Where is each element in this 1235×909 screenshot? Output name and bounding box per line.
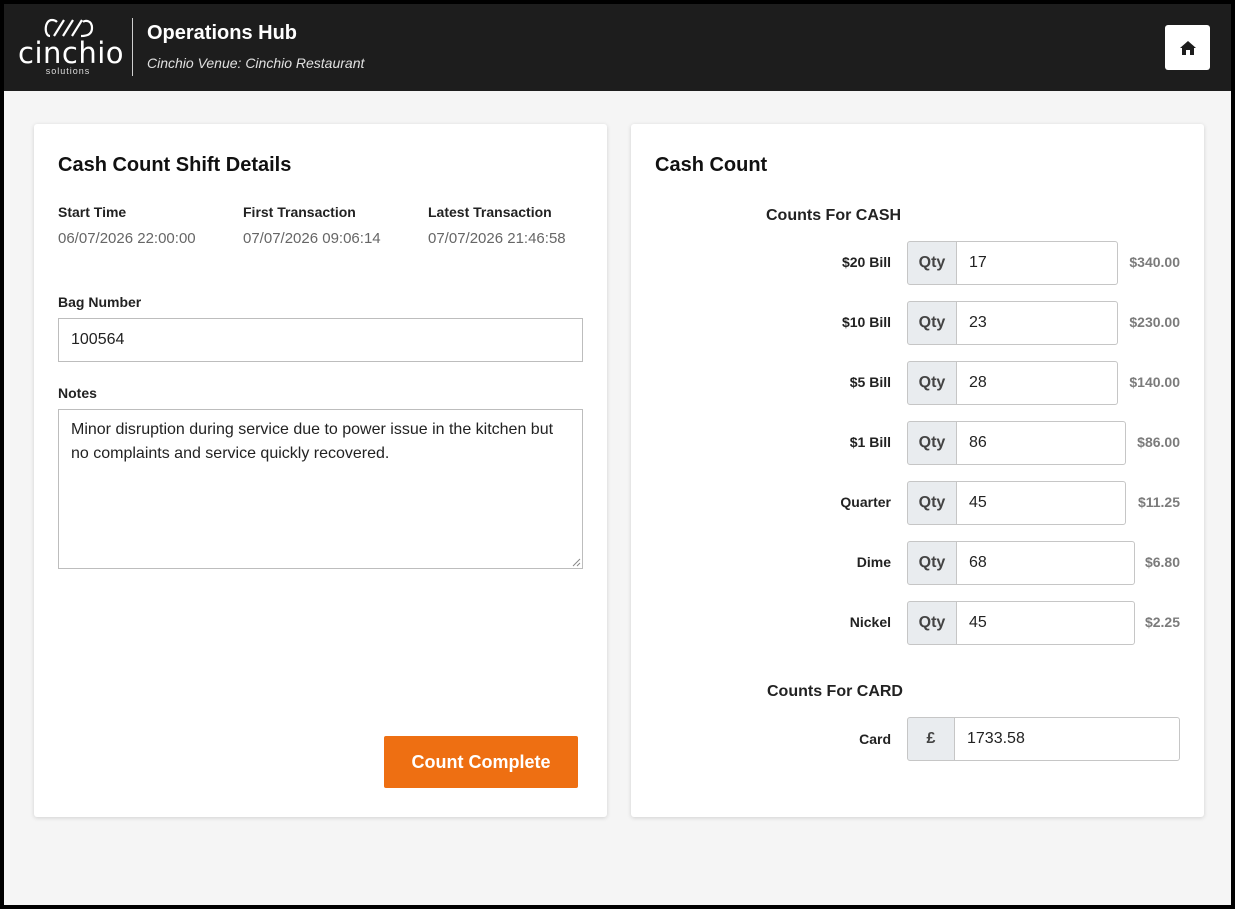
amount-1-bill: $86.00 xyxy=(1137,434,1180,450)
qty-addon: Qty xyxy=(907,601,957,645)
denomination-label: $10 Bill xyxy=(841,314,891,330)
denomination-label: $20 Bill xyxy=(841,254,891,270)
denomination-label: Nickel xyxy=(849,614,891,630)
amount-nickel: $2.25 xyxy=(1144,614,1180,630)
amount-quarter: $11.25 xyxy=(1137,494,1180,510)
amount-10-bill: $230.00 xyxy=(1129,314,1180,330)
qty-input-20-bill[interactable]: 17 xyxy=(956,241,1118,285)
denomination-label: $1 Bill xyxy=(849,434,891,450)
home-icon xyxy=(1179,40,1196,55)
denomination-label: Dime xyxy=(856,554,891,570)
start-time-value: 06/07/2026 22:00:00 xyxy=(58,230,196,247)
bag-number-label: Bag Number xyxy=(58,294,142,310)
amount-20-bill: $340.00 xyxy=(1129,254,1180,270)
header-divider xyxy=(132,18,133,76)
count-complete-button[interactable]: Count Complete xyxy=(384,736,578,788)
qty-addon: Qty xyxy=(907,481,957,525)
denomination-label: $5 Bill xyxy=(849,374,891,390)
app-window: cinchio solutions Operations Hub Cinchio… xyxy=(4,4,1231,905)
qty-input-nickel[interactable]: 45 xyxy=(956,601,1135,645)
card-total-input[interactable]: 1733.58 xyxy=(954,717,1180,761)
currency-addon: £ xyxy=(907,717,955,761)
cash-count-title: Cash Count xyxy=(655,154,768,176)
qty-input-10-bill[interactable]: 23 xyxy=(956,301,1118,345)
denomination-label: Quarter xyxy=(840,494,891,510)
cinchio-logo-icon xyxy=(44,18,94,38)
resize-grip-icon[interactable] xyxy=(572,558,581,567)
qty-addon: Qty xyxy=(907,301,957,345)
cash-count-card: Cash Count Counts For CASH $20 Bill Qty … xyxy=(631,124,1204,817)
qty-input-dime[interactable]: 68 xyxy=(956,541,1135,585)
cinchio-logo: cinchio solutions xyxy=(18,18,125,76)
logo-subtitle: solutions xyxy=(45,66,91,76)
qty-addon: Qty xyxy=(907,421,957,465)
amount-5-bill: $140.00 xyxy=(1129,374,1180,390)
venue-subtitle: Cinchio Venue: Cinchio Restaurant xyxy=(147,55,365,71)
home-button[interactable] xyxy=(1165,25,1210,70)
top-header: cinchio solutions Operations Hub Cinchio… xyxy=(4,4,1231,91)
cash-counts-heading: Counts For CASH xyxy=(766,207,902,224)
start-time-label: Start Time xyxy=(58,204,127,220)
latest-transaction-label: Latest Transaction xyxy=(428,204,552,220)
app-title: Operations Hub xyxy=(147,22,298,44)
latest-transaction-value: 07/07/2026 21:46:58 xyxy=(428,230,566,247)
card-label: Card xyxy=(859,731,891,747)
qty-addon: Qty xyxy=(907,361,957,405)
shift-details-title: Cash Count Shift Details xyxy=(58,154,292,176)
first-transaction-label: First Transaction xyxy=(243,204,356,220)
qty-input-quarter[interactable]: 45 xyxy=(956,481,1126,525)
notes-textarea[interactable]: Minor disruption during service due to p… xyxy=(58,409,583,569)
qty-input-1-bill[interactable]: 86 xyxy=(956,421,1126,465)
qty-addon: Qty xyxy=(907,541,957,585)
logo-wordmark: cinchio xyxy=(18,36,125,70)
qty-addon: Qty xyxy=(907,241,957,285)
qty-input-5-bill[interactable]: 28 xyxy=(956,361,1118,405)
first-transaction-value: 07/07/2026 09:06:14 xyxy=(243,230,381,247)
notes-label: Notes xyxy=(58,385,97,401)
bag-number-input[interactable]: 100564 xyxy=(58,318,583,362)
amount-dime: $6.80 xyxy=(1144,554,1180,570)
shift-details-card: Cash Count Shift Details Start Time 06/0… xyxy=(34,124,607,817)
card-counts-heading: Counts For CARD xyxy=(767,683,903,700)
